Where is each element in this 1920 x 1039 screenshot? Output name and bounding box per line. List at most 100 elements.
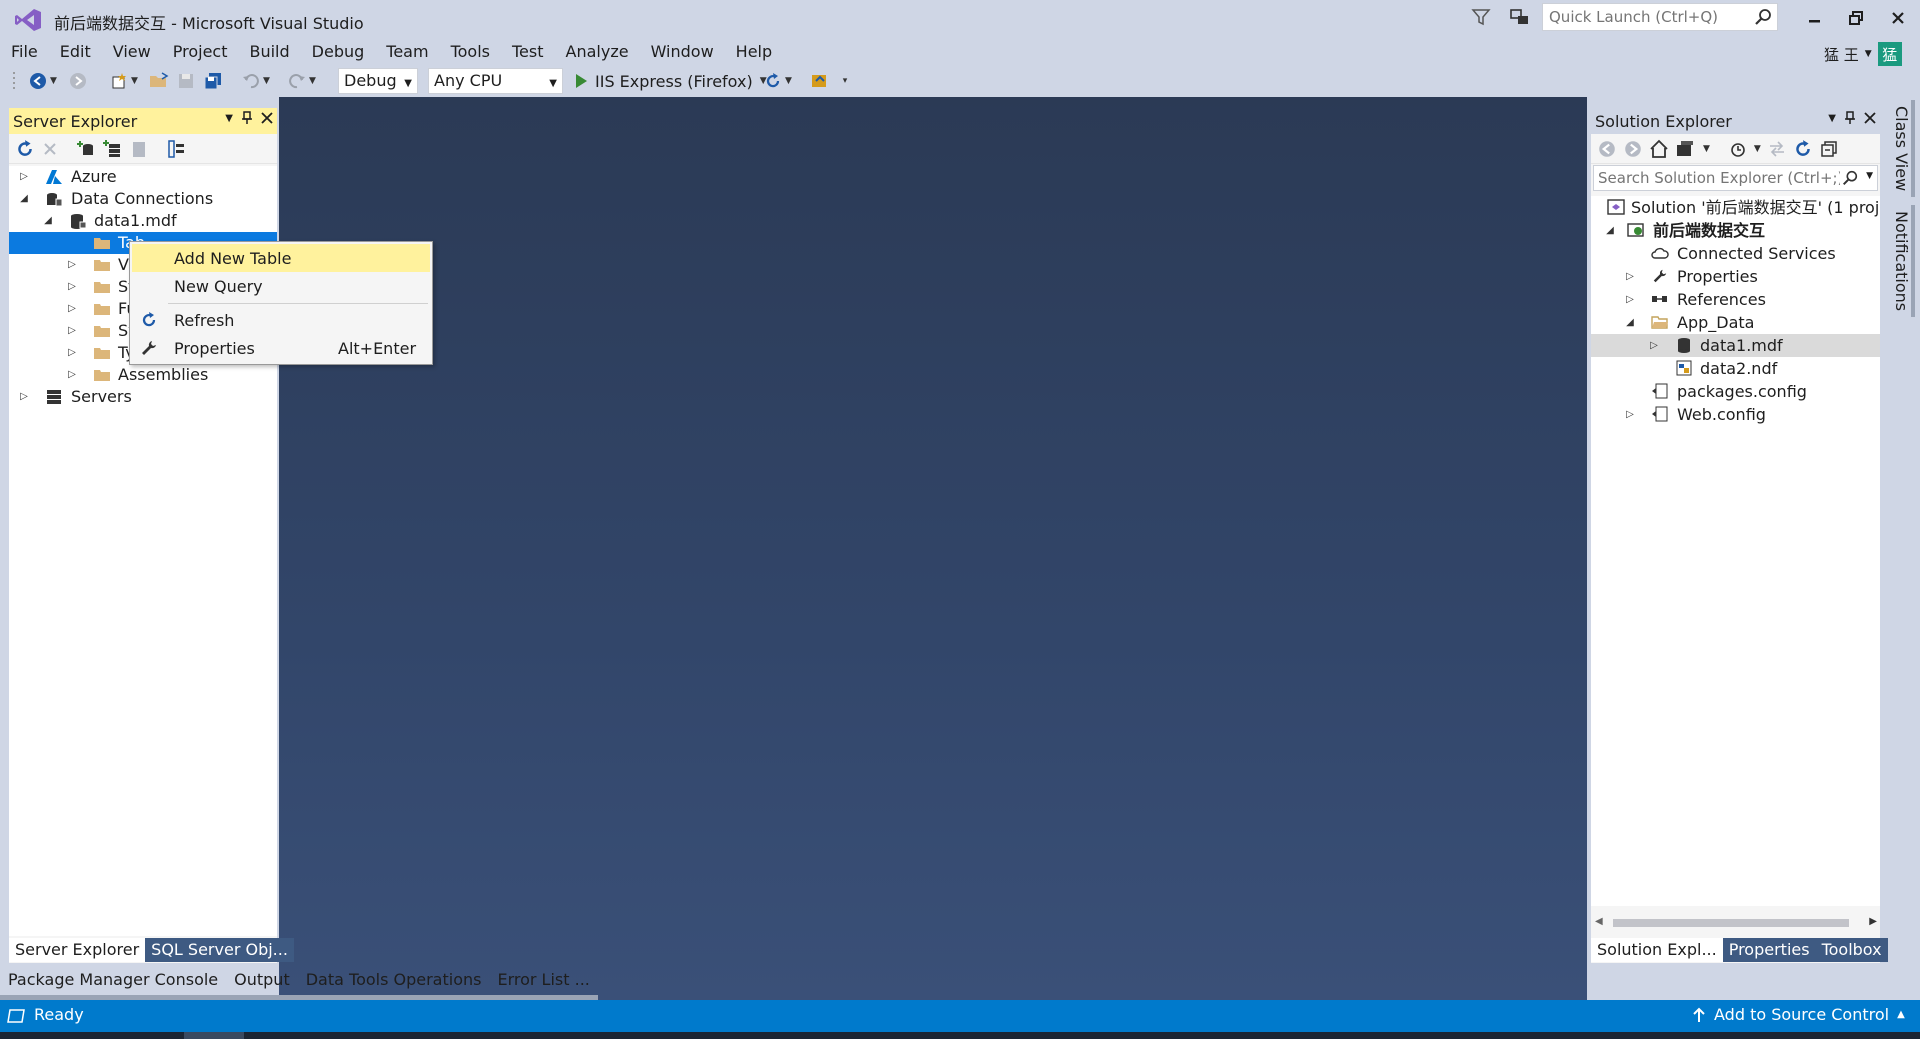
connect-to-database-icon[interactable] <box>77 139 97 159</box>
collapse-all-icon[interactable] <box>1819 139 1839 159</box>
scroll-right-icon[interactable]: ▶ <box>1869 916 1877 927</box>
expand-icon[interactable]: ▷ <box>17 386 31 408</box>
quick-launch-box[interactable] <box>1542 3 1778 31</box>
chevron-down-icon[interactable]: ▼ <box>128 76 138 86</box>
tree-node-data1-mdf[interactable]: ▷ data1.mdf <box>1591 334 1880 357</box>
add-to-source-control-button[interactable]: Add to Source Control ▲ <box>1692 1005 1905 1024</box>
feedback-icon[interactable] <box>1508 6 1532 28</box>
menu-project[interactable]: Project <box>162 38 239 66</box>
solution-platform-select[interactable]: Any CPU ▼ <box>428 68 563 94</box>
account-area[interactable]: 猛 王 ▼ 猛 <box>1824 42 1902 66</box>
menu-file[interactable]: File <box>0 38 49 66</box>
chevron-down-icon[interactable]: ▼ <box>1866 171 1873 181</box>
tab-server-explorer[interactable]: Server Explorer <box>9 938 146 962</box>
tab-class-view[interactable]: Class View <box>1886 100 1917 198</box>
expand-icon[interactable]: ▷ <box>65 298 79 320</box>
menu-edit[interactable]: Edit <box>49 38 102 66</box>
tab-output[interactable]: Output <box>226 966 298 1000</box>
scroll-left-icon[interactable]: ◀ <box>1595 916 1603 927</box>
tree-node-project[interactable]: ◢ 前后端数据交互 <box>1591 219 1880 242</box>
chevron-down-icon[interactable]: ▼ <box>260 76 270 86</box>
tree-node-packages-config[interactable]: packages.config <box>1591 380 1880 403</box>
close-window-button[interactable] <box>1880 4 1916 32</box>
collapse-icon[interactable]: ◢ <box>1623 311 1637 333</box>
menu-item-new-query[interactable]: New Query <box>132 272 430 300</box>
toolbar-options-button[interactable]: ▾ <box>838 69 852 93</box>
forward-icon[interactable] <box>1623 139 1643 159</box>
expand-icon[interactable]: ▷ <box>1623 403 1637 425</box>
tree-node-servers[interactable]: ▷ Servers <box>9 386 277 408</box>
tree-node-azure[interactable]: ▷ Azure <box>9 166 277 188</box>
expand-icon[interactable]: ▷ <box>65 254 79 276</box>
redo-button[interactable]: ▼ <box>284 69 320 93</box>
hierarchy-icon[interactable] <box>167 139 187 159</box>
tree-node-solution[interactable]: Solution '前后端数据交互' (1 project) <box>1591 196 1880 219</box>
expand-icon[interactable]: ▷ <box>65 342 79 364</box>
tab-toolbox[interactable]: Toolbox <box>1815 938 1888 962</box>
scrollbar-thumb[interactable] <box>1613 919 1849 927</box>
tree-node-connected-services[interactable]: Connected Services <box>1591 242 1880 265</box>
solution-explorer-search-input[interactable] <box>1594 166 1840 190</box>
expand-icon[interactable]: ▷ <box>65 276 79 298</box>
tree-node-data2-ndf[interactable]: data2.ndf <box>1591 357 1880 380</box>
tab-notifications[interactable]: Notifications <box>1886 205 1917 318</box>
chevron-down-icon[interactable]: ▼ <box>1865 49 1872 59</box>
menu-view[interactable]: View <box>102 38 162 66</box>
save-all-button[interactable] <box>202 69 224 93</box>
save-button[interactable] <box>176 69 196 93</box>
server-explorer-header[interactable]: Server Explorer ▼ <box>9 108 277 134</box>
close-icon[interactable] <box>261 112 273 124</box>
user-name[interactable]: 猛 王 <box>1824 44 1859 65</box>
solution-explorer-header[interactable]: Solution Explorer ▼ <box>1591 108 1880 134</box>
tab-properties[interactable]: Properties <box>1722 938 1816 962</box>
expand-icon[interactable]: ▷ <box>1623 288 1637 310</box>
menu-item-properties[interactable]: Properties Alt+Enter <box>132 334 430 362</box>
avatar[interactable]: 猛 <box>1877 42 1902 66</box>
search-icon[interactable] <box>1841 169 1859 187</box>
expand-icon[interactable]: ▷ <box>65 364 79 386</box>
navigate-forward-button[interactable] <box>68 69 88 93</box>
navigate-back-button[interactable]: ▼ <box>28 69 58 93</box>
toolbar-grip-icon[interactable] <box>12 69 18 93</box>
window-position-dropdown-icon[interactable]: ▼ <box>1828 113 1836 124</box>
chevron-down-icon[interactable]: ▼ <box>1703 144 1710 154</box>
tab-error-list[interactable]: Error List ... <box>489 966 599 1000</box>
menu-analyze[interactable]: Analyze <box>555 38 640 66</box>
window-position-dropdown-icon[interactable]: ▼ <box>225 113 233 124</box>
start-debugging-button[interactable]: IIS Express (Firefox) ▼ <box>574 69 767 93</box>
tree-node-app-data[interactable]: ◢ App_Data <box>1591 311 1880 334</box>
tree-node-properties[interactable]: ▷ Properties <box>1591 265 1880 288</box>
solution-configuration-select[interactable]: Debug ▼ <box>338 68 418 94</box>
menu-item-add-new-table[interactable]: Add New Table <box>132 244 430 272</box>
chevron-down-icon[interactable]: ▼ <box>306 76 316 86</box>
refresh-icon[interactable] <box>1793 139 1813 159</box>
undo-button[interactable]: ▼ <box>238 69 274 93</box>
search-icon[interactable] <box>1753 7 1773 27</box>
tree-node-assemblies[interactable]: ▷ Assemblies <box>9 364 277 386</box>
tree-node-references[interactable]: ▷ References <box>1591 288 1880 311</box>
tab-solution-explorer[interactable]: Solution Expl... <box>1591 938 1723 962</box>
collapse-icon[interactable]: ◢ <box>1603 219 1617 241</box>
collapse-icon[interactable]: ◢ <box>17 188 31 210</box>
new-project-button[interactable]: ▼ <box>106 69 142 93</box>
expand-icon[interactable]: ▷ <box>17 166 31 188</box>
tab-data-tools-operations[interactable]: Data Tools Operations <box>297 966 490 1000</box>
filter-icon[interactable] <box>1470 6 1492 28</box>
menu-test[interactable]: Test <box>501 38 555 66</box>
solution-explorer-search[interactable]: ▼ <box>1593 165 1878 191</box>
connect-to-server-icon[interactable] <box>103 139 123 159</box>
refresh-icon[interactable] <box>15 139 35 159</box>
connect-to-sharepoint-icon[interactable] <box>129 139 149 159</box>
menu-debug[interactable]: Debug <box>301 38 376 66</box>
minimize-button[interactable] <box>1797 4 1833 32</box>
chevron-down-icon[interactable]: ▼ <box>782 76 792 86</box>
stop-icon[interactable] <box>41 140 59 158</box>
open-file-button[interactable] <box>148 69 170 93</box>
pending-changes-filter-icon[interactable] <box>1728 139 1748 159</box>
chevron-down-icon[interactable]: ▼ <box>47 76 57 86</box>
tab-sql-server-object-explorer[interactable]: SQL Server Obj... <box>145 938 294 962</box>
horizontal-scrollbar[interactable]: ◀ ▶ <box>1595 916 1877 930</box>
tree-node-database[interactable]: ◢ data1.mdf <box>9 210 277 232</box>
pin-icon[interactable] <box>241 111 253 125</box>
sync-with-active-document-icon[interactable] <box>1767 139 1787 159</box>
